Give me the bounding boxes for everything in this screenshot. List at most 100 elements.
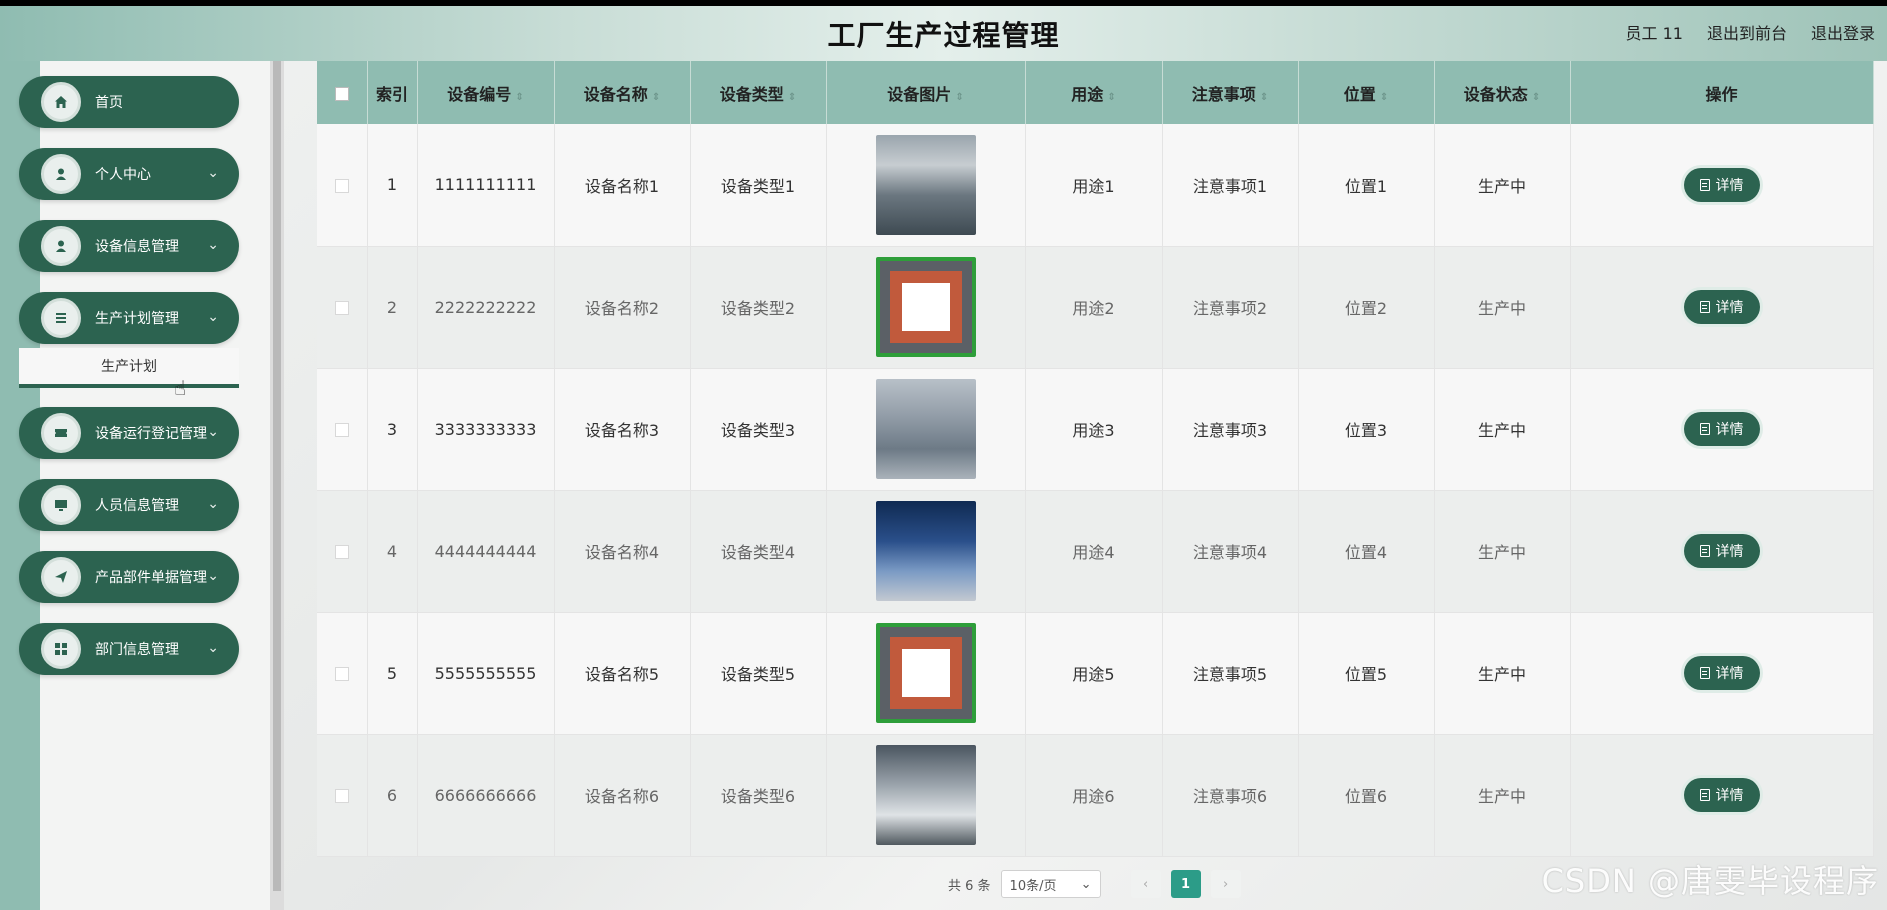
column-header-notes[interactable]: 注意事项 ⇕ — [1162, 61, 1299, 124]
cell-location: 位置1 — [1298, 124, 1435, 247]
pagination: 共 6 条 10条/页 ⌄ ‹ 1 › — [948, 870, 1241, 898]
sort-icon[interactable]: ⇕ — [955, 92, 963, 103]
equipment-image[interactable] — [875, 623, 976, 723]
cell-code: 1111111111 — [417, 124, 555, 247]
sort-icon[interactable]: ⇕ — [788, 92, 796, 103]
cell-image — [826, 246, 1026, 369]
user-icon — [41, 226, 81, 266]
row-checkbox[interactable] — [334, 789, 349, 803]
chevron-down-icon: ⌄ — [1080, 876, 1092, 892]
chevron-down-icon: ⌄ — [207, 165, 219, 181]
sidebar-item-label: 人员信息管理 — [95, 498, 179, 514]
row-checkbox[interactable] — [334, 423, 349, 437]
cell-notes: 注意事项4 — [1162, 490, 1299, 613]
cell-image — [826, 612, 1026, 735]
current-user[interactable]: 员工 11 — [1626, 20, 1683, 44]
sidebar-item-product-parts[interactable]: 产品部件单据管理 ⌄ — [19, 551, 239, 603]
column-header-location[interactable]: 位置 ⇕ — [1298, 61, 1435, 124]
cell-index: 3 — [367, 368, 418, 491]
logout-link[interactable]: 退出登录 — [1811, 20, 1875, 44]
sort-icon[interactable]: ⇕ — [652, 92, 660, 103]
sidebar-item-production-plan[interactable]: 生产计划管理 ⌄ — [19, 292, 239, 344]
table-row: 4 4444444444 设备名称4 设备类型4 用途4 注意事项4 位置4 生产中 详情 — [317, 490, 1874, 613]
detail-button[interactable]: 详情 — [1683, 778, 1760, 812]
scrollbar-thumb[interactable] — [273, 61, 281, 891]
row-checkbox[interactable] — [334, 667, 349, 681]
cell-name: 设备名称6 — [554, 734, 691, 857]
equipment-image[interactable] — [875, 501, 976, 601]
cell-action: 详情 — [1570, 246, 1874, 369]
row-checkbox[interactable] — [334, 301, 349, 315]
detail-button[interactable]: 详情 — [1683, 290, 1760, 324]
cell-type: 设备类型1 — [690, 124, 827, 247]
sidebar-item-label: 产品部件单据管理 — [95, 570, 207, 586]
sidebar-item-equipment-operation[interactable]: 设备运行登记管理 ⌄ — [19, 407, 239, 459]
submenu-item-production-plan[interactable]: 生产计划 — [19, 348, 239, 388]
document-icon — [1699, 545, 1710, 557]
document-icon — [1699, 789, 1710, 801]
sidebar-scrollbar[interactable] — [270, 61, 284, 910]
sort-icon[interactable]: ⇕ — [515, 92, 523, 103]
chevron-down-icon: ⌄ — [207, 640, 219, 656]
sort-icon[interactable]: ⇕ — [1380, 92, 1388, 103]
detail-button[interactable]: 详情 — [1683, 167, 1760, 202]
next-page-button[interactable]: › — [1210, 870, 1241, 898]
equipment-image[interactable] — [875, 379, 976, 479]
to-front-link[interactable]: 退出到前台 — [1707, 20, 1787, 44]
row-checkbox-cell[interactable] — [317, 612, 368, 735]
sort-icon[interactable]: ⇕ — [1260, 92, 1268, 103]
row-checkbox-cell[interactable] — [317, 124, 368, 247]
row-checkbox-cell[interactable] — [317, 734, 368, 857]
row-checkbox[interactable] — [334, 545, 349, 559]
cell-code: 2222222222 — [417, 246, 555, 369]
column-header-name[interactable]: 设备名称 ⇕ — [554, 61, 691, 124]
sort-icon[interactable]: ⇕ — [1532, 92, 1540, 103]
sidebar-item-personnel-info[interactable]: 人员信息管理 ⌄ — [19, 479, 239, 531]
cell-use: 用途4 — [1025, 490, 1163, 613]
row-checkbox-cell[interactable] — [317, 368, 368, 491]
cell-status: 生产中 — [1434, 246, 1571, 369]
sidebar-item-label: 设备信息管理 — [95, 239, 179, 255]
cell-index: 4 — [367, 490, 418, 613]
sidebar-item-home[interactable]: 首页 — [19, 76, 239, 128]
sidebar-item-label: 首页 — [95, 95, 123, 111]
column-header-status[interactable]: 设备状态 ⇕ — [1434, 61, 1571, 124]
select-all-checkbox[interactable] — [334, 86, 349, 101]
row-checkbox-cell[interactable] — [317, 246, 368, 369]
select-all-cell[interactable] — [317, 61, 368, 124]
column-header-use[interactable]: 用途 ⇕ — [1025, 61, 1163, 124]
cell-name: 设备名称2 — [554, 246, 691, 369]
sort-icon[interactable]: ⇕ — [1107, 92, 1115, 103]
document-icon — [1699, 423, 1710, 435]
equipment-image[interactable] — [875, 745, 976, 845]
sidebar-item-department-info[interactable]: 部门信息管理 ⌄ — [19, 623, 239, 675]
cell-index: 1 — [367, 124, 418, 247]
cell-action: 详情 — [1570, 612, 1874, 735]
equipment-table: 索引 设备编号 ⇕ 设备名称 ⇕ 设备类型 ⇕ 设备图片 ⇕ 用途 ⇕ 注意事项 ⇕ 位置 ⇕… — [317, 61, 1874, 857]
row-checkbox-cell[interactable] — [317, 490, 368, 613]
column-header-code[interactable]: 设备编号 ⇕ — [417, 61, 555, 124]
cell-status: 生产中 — [1434, 368, 1571, 491]
app-header: 工厂生产过程管理 员工 11 退出到前台 退出登录 — [0, 6, 1887, 61]
cell-index: 2 — [367, 246, 418, 369]
equipment-image[interactable] — [875, 257, 976, 357]
page-number-button[interactable]: 1 — [1170, 870, 1201, 898]
cell-name: 设备名称5 — [554, 612, 691, 735]
cell-type: 设备类型4 — [690, 490, 827, 613]
equipment-image[interactable] — [875, 134, 976, 235]
detail-button[interactable]: 详情 — [1683, 656, 1760, 690]
cell-notes: 注意事项6 — [1162, 734, 1299, 857]
chevron-down-icon: ⌄ — [207, 424, 219, 440]
cell-location: 位置6 — [1298, 734, 1435, 857]
row-checkbox[interactable] — [334, 178, 349, 193]
sidebar-item-equipment-info[interactable]: 设备信息管理 ⌄ — [19, 220, 239, 272]
table-row: 3 3333333333 设备名称3 设备类型3 用途3 注意事项3 位置3 生产中 详情 — [317, 368, 1874, 491]
page-size-select[interactable]: 10条/页 ⌄ — [1000, 870, 1101, 898]
column-header-image[interactable]: 设备图片 ⇕ — [826, 61, 1026, 124]
detail-button[interactable]: 详情 — [1683, 412, 1760, 446]
chevron-down-icon: ⌄ — [207, 568, 219, 584]
prev-page-button[interactable]: ‹ — [1130, 870, 1161, 898]
sidebar-item-personal-center[interactable]: 个人中心 ⌄ — [19, 148, 239, 200]
column-header-type[interactable]: 设备类型 ⇕ — [690, 61, 827, 124]
detail-button[interactable]: 详情 — [1683, 534, 1760, 568]
